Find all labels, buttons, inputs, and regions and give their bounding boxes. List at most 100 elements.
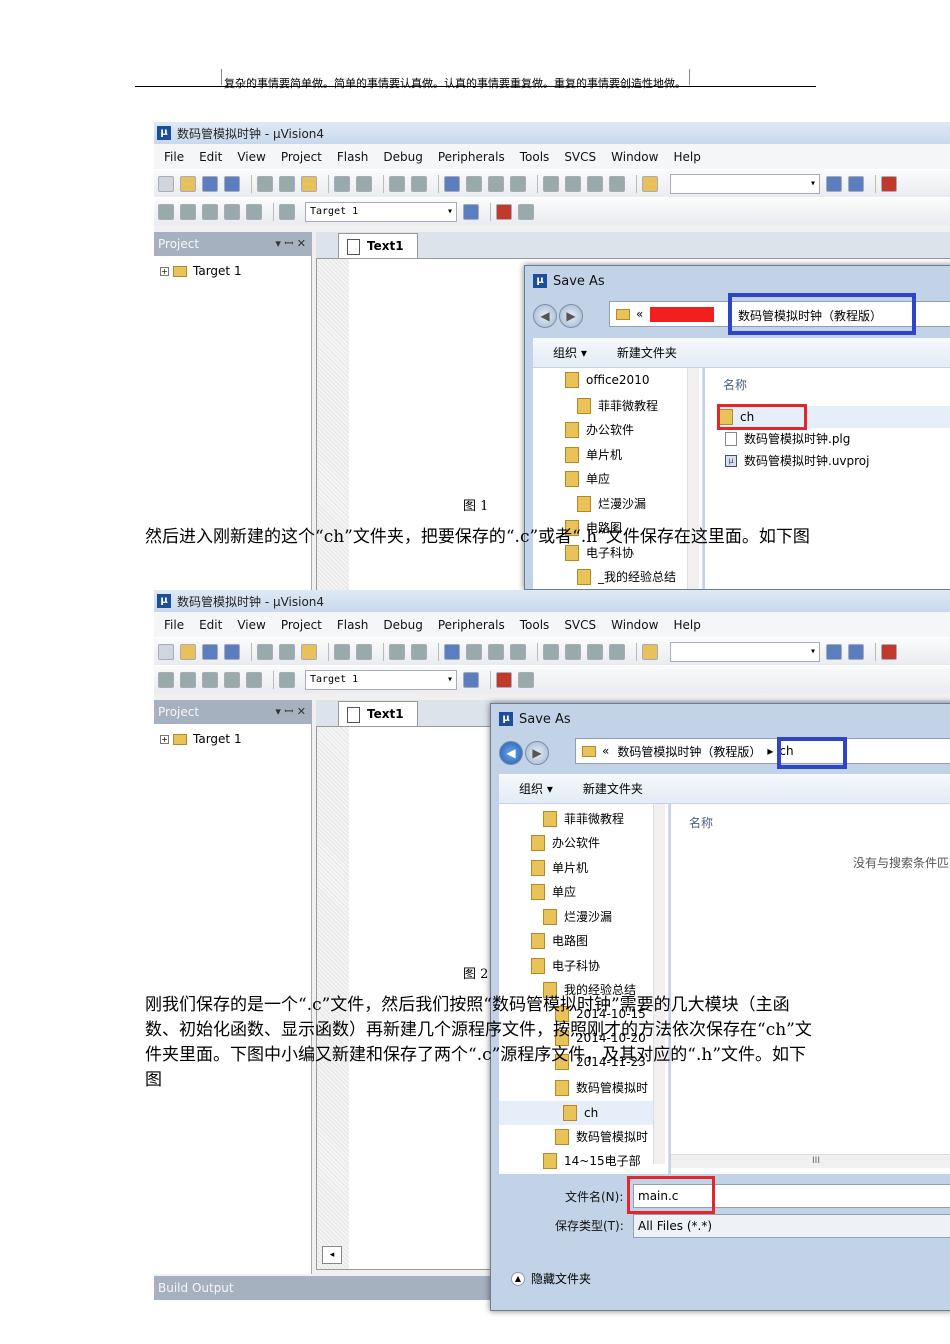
nav-item-office2010[interactable]: office2010 xyxy=(565,372,649,388)
panel-controls[interactable]: ▾ ꟷ ✕ xyxy=(275,232,306,256)
target-options-icon[interactable] xyxy=(463,671,479,688)
menu-edit[interactable]: Edit xyxy=(199,150,222,164)
nav-scrollbar[interactable] xyxy=(687,368,699,589)
stop-build-icon[interactable] xyxy=(246,671,262,688)
new-file-icon[interactable] xyxy=(158,175,174,192)
target-select[interactable]: Target 1 xyxy=(305,201,457,222)
nav-item-hourglass[interactable]: 烂漫沙漏 xyxy=(543,908,612,925)
menu-help[interactable]: Help xyxy=(673,150,700,164)
nav-item-ch[interactable]: ch xyxy=(499,1101,653,1125)
start-debug-icon[interactable] xyxy=(881,175,897,192)
paste-icon[interactable] xyxy=(301,175,317,192)
nav-item-feifei[interactable]: 菲菲微教程 xyxy=(543,810,624,827)
panel-controls[interactable]: ▾ ꟷ ✕ xyxy=(275,700,306,724)
path-breadcrumb[interactable]: « 数码管模拟时钟（教程版） ▸ ch xyxy=(575,738,950,764)
menu-svcs[interactable]: SVCS xyxy=(564,150,596,164)
clear-bookmarks-icon[interactable] xyxy=(510,175,526,192)
paste-icon[interactable] xyxy=(301,643,317,660)
build-icon[interactable] xyxy=(180,671,196,688)
redo-icon[interactable] xyxy=(356,643,372,660)
comment-icon[interactable] xyxy=(587,175,603,192)
target-select[interactable]: Target 1 xyxy=(305,669,457,690)
forward-button-icon[interactable]: ▶ xyxy=(559,304,583,328)
project-tree-target[interactable]: + Target 1 xyxy=(160,732,242,746)
nav-item-mcu[interactable]: 单片机 xyxy=(565,446,622,463)
unindent-icon[interactable] xyxy=(565,175,581,192)
column-header-name[interactable]: 名称 xyxy=(689,814,713,831)
nav-forward-icon[interactable] xyxy=(411,643,427,660)
nav-item-electronics-club[interactable]: 电子科协 xyxy=(531,957,600,974)
cut-icon[interactable] xyxy=(257,643,273,660)
save-all-icon[interactable] xyxy=(224,643,240,660)
menu-project[interactable]: Project xyxy=(281,618,322,632)
undo-icon[interactable] xyxy=(334,643,350,660)
nav-item-experience[interactable]: _我的经验总结 xyxy=(577,568,676,585)
prev-bookmark-icon[interactable] xyxy=(466,175,482,192)
horizontal-scrollbar[interactable]: III xyxy=(671,1154,950,1168)
debug-session-icon[interactable] xyxy=(848,175,864,192)
menu-svcs[interactable]: SVCS xyxy=(564,618,596,632)
uncomment-icon[interactable] xyxy=(609,643,625,660)
nav-item-danying[interactable]: 单应 xyxy=(565,470,610,487)
select-packs-icon[interactable] xyxy=(518,671,534,688)
menu-debug[interactable]: Debug xyxy=(383,618,422,632)
menu-flash[interactable]: Flash xyxy=(337,618,368,632)
start-debug-icon[interactable] xyxy=(881,643,897,660)
find-combo[interactable] xyxy=(670,641,820,662)
find-in-files-icon[interactable] xyxy=(642,175,658,192)
build-icon[interactable] xyxy=(180,203,196,220)
batch-build-icon[interactable] xyxy=(224,671,240,688)
nav-item-electronics-dept[interactable]: 14~15电子部 xyxy=(543,1152,641,1169)
forward-button-icon[interactable]: ▶ xyxy=(525,741,549,765)
tab-text1[interactable]: Text1 xyxy=(338,701,418,726)
select-packs-icon[interactable] xyxy=(518,203,534,220)
indent-icon[interactable] xyxy=(543,175,559,192)
menu-peripherals[interactable]: Peripherals xyxy=(438,618,505,632)
clear-bookmarks-icon[interactable] xyxy=(510,643,526,660)
save-icon[interactable] xyxy=(202,175,218,192)
save-all-icon[interactable] xyxy=(224,175,240,192)
target-options-icon[interactable] xyxy=(463,203,479,220)
menu-edit[interactable]: Edit xyxy=(199,618,222,632)
column-header-name[interactable]: 名称 xyxy=(723,376,747,393)
load-icon[interactable] xyxy=(279,203,295,220)
redo-icon[interactable] xyxy=(356,175,372,192)
nav-forward-icon[interactable] xyxy=(411,175,427,192)
incremental-find-icon[interactable] xyxy=(826,175,842,192)
path-chevron-icon[interactable]: ▸ xyxy=(767,744,773,758)
new-file-icon[interactable] xyxy=(158,643,174,660)
stop-build-icon[interactable] xyxy=(246,203,262,220)
editor-hscroll-left-icon[interactable]: ◂ xyxy=(322,1246,342,1264)
filetype-select[interactable]: All Files (*.*) xyxy=(633,1214,950,1238)
expand-icon[interactable]: + xyxy=(160,266,169,276)
nav-item-clock-project-2[interactable]: 数码管模拟时 xyxy=(555,1128,648,1145)
prev-bookmark-icon[interactable] xyxy=(466,643,482,660)
cut-icon[interactable] xyxy=(257,175,273,192)
back-button-icon[interactable]: ◀ xyxy=(499,741,523,765)
menu-view[interactable]: View xyxy=(237,618,265,632)
nav-item-danying[interactable]: 单应 xyxy=(531,883,576,900)
copy-icon[interactable] xyxy=(279,643,295,660)
batch-build-icon[interactable] xyxy=(224,203,240,220)
incremental-find-icon[interactable] xyxy=(826,643,842,660)
save-icon[interactable] xyxy=(202,643,218,660)
file-row-uvproj[interactable]: μ 数码管模拟时钟.uvproj xyxy=(725,452,870,469)
bookmark-icon[interactable] xyxy=(444,175,460,192)
menu-file[interactable]: File xyxy=(164,150,184,164)
menu-peripherals[interactable]: Peripherals xyxy=(438,150,505,164)
project-tree-target[interactable]: + Target 1 xyxy=(160,264,242,278)
nav-item-hourglass[interactable]: 烂漫沙漏 xyxy=(577,495,646,512)
undo-icon[interactable] xyxy=(334,175,350,192)
menu-view[interactable]: View xyxy=(237,150,265,164)
manage-components-icon[interactable] xyxy=(496,671,512,688)
nav-item-office-software[interactable]: 办公软件 xyxy=(531,834,600,851)
file-row-plg[interactable]: 数码管模拟时钟.plg xyxy=(725,430,850,447)
menu-debug[interactable]: Debug xyxy=(383,150,422,164)
translate-icon[interactable] xyxy=(158,203,174,220)
next-bookmark-icon[interactable] xyxy=(488,643,504,660)
menu-flash[interactable]: Flash xyxy=(337,150,368,164)
rebuild-icon[interactable] xyxy=(202,671,218,688)
nav-scrollbar[interactable] xyxy=(653,804,665,1164)
uncomment-icon[interactable] xyxy=(609,175,625,192)
debug-session-icon[interactable] xyxy=(848,643,864,660)
